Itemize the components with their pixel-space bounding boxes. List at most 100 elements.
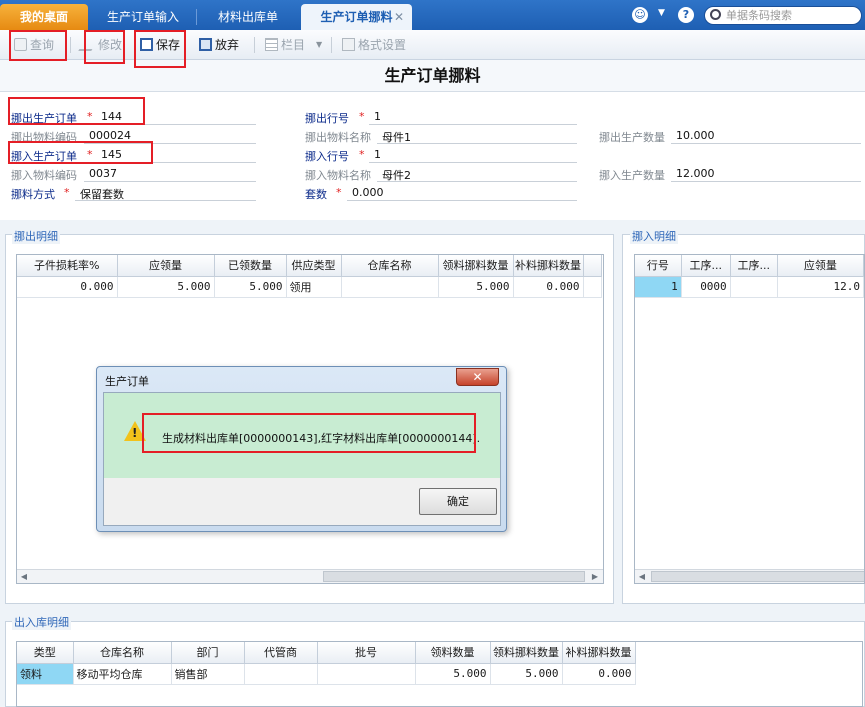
scroll-right-icon[interactable]: ▶ (589, 570, 601, 583)
dialog-close-button[interactable]: ✕ (456, 368, 499, 386)
ok-button[interactable]: 确定 (419, 488, 497, 515)
table-cell[interactable]: 5.000 (490, 663, 563, 685)
in-line-label: 挪入行号 (305, 150, 349, 163)
tab-close-icon[interactable]: ✕ (394, 4, 404, 30)
column-header[interactable]: 应领量 (777, 255, 864, 277)
column-header[interactable]: 工序... (681, 255, 731, 277)
toolbar-divider (254, 37, 255, 53)
column-header[interactable]: 领料数量 (415, 642, 491, 664)
column-header[interactable]: 部门 (171, 642, 245, 664)
out-line-field[interactable]: 1 (374, 110, 381, 123)
column-header[interactable]: 补料挪料数量 (513, 255, 584, 277)
horizontal-scrollbar[interactable]: ◀ (635, 569, 864, 583)
format-settings-button[interactable]: 格式设置 (342, 36, 406, 54)
table-cell[interactable]: 5.000 (438, 276, 514, 298)
table-cell[interactable]: 5.000 (214, 276, 287, 298)
table-cell[interactable]: 领用 (286, 276, 342, 298)
sets-field[interactable]: 0.000 (352, 186, 384, 199)
in-detail-grid: 行号 工序... 工序... 应领量 1 0000 12.0 ◀ (634, 254, 865, 584)
column-header[interactable]: 仓库名称 (73, 642, 172, 664)
table-cell[interactable]: 移动平均仓库 (73, 663, 172, 685)
field-underline (369, 124, 577, 125)
column-header[interactable]: 类型 (17, 642, 74, 664)
tab-material-issue[interactable]: 材料出库单 (200, 4, 296, 30)
table-row[interactable]: 领料 移动平均仓库 销售部 5.000 5.000 0.000 (17, 663, 636, 685)
field-underline (369, 162, 577, 163)
discard-label: 放弃 (215, 38, 240, 52)
column-header[interactable]: 补料挪料数量 (562, 642, 636, 664)
column-header[interactable]: 已领数量 (214, 255, 287, 277)
table-cell-filler (583, 276, 602, 298)
highlight-box-save (134, 30, 186, 68)
search-input[interactable] (726, 8, 858, 23)
columns-button[interactable]: 栏目 (265, 36, 305, 54)
table-row[interactable]: 1 0000 12.0 (635, 276, 864, 298)
scrollbar-thumb[interactable] (651, 571, 864, 582)
tab-divider (196, 9, 197, 25)
table-cell[interactable] (317, 663, 416, 685)
table-cell[interactable]: 0.000 (17, 276, 118, 298)
in-material-code-label: 挪入物料编码 (11, 169, 77, 182)
column-header[interactable]: 领料挪料数量 (490, 642, 563, 664)
column-header[interactable]: 领料挪料数量 (438, 255, 514, 277)
table-cell[interactable]: 领料 (17, 663, 74, 685)
column-header[interactable]: 代管商 (244, 642, 318, 664)
page-title: 生产订单挪料 (0, 60, 865, 92)
column-header[interactable]: 行号 (635, 255, 682, 277)
columns-dropdown-icon[interactable]: ▼ (316, 40, 322, 49)
in-detail-table: 行号 工序... 工序... 应领量 1 0000 12.0 (635, 255, 864, 298)
tab-bar: 我的桌面 生产订单输入 材料出库单 生产订单挪料 ✕ ☺ ▼ ? (0, 0, 865, 30)
table-cell[interactable]: 5.000 (117, 276, 215, 298)
table-cell[interactable]: 销售部 (171, 663, 245, 685)
column-header[interactable]: 子件损耗率% (17, 255, 118, 277)
chevron-down-icon[interactable]: ▼ (658, 8, 665, 18)
tab-production-order-transfer[interactable]: 生产订单挪料 ✕ (301, 4, 412, 30)
highlight-box-message (142, 413, 476, 453)
table-cell[interactable]: 0.000 (562, 663, 636, 685)
horizontal-scrollbar[interactable]: ◀ ▶ (17, 569, 603, 583)
in-line-field[interactable]: 1 (374, 148, 381, 161)
barcode-search (704, 6, 862, 25)
columns-label: 栏目 (281, 38, 306, 52)
tab-home[interactable]: 我的桌面 (0, 4, 88, 30)
help-icon[interactable]: ? (678, 7, 694, 23)
required-mark: * (359, 148, 365, 161)
column-header[interactable]: 供应类型 (286, 255, 342, 277)
search-icon (710, 9, 721, 20)
column-header[interactable]: 应领量 (117, 255, 215, 277)
scroll-left-icon[interactable]: ◀ (18, 570, 30, 583)
in-material-code-value: 0037 (89, 167, 117, 180)
highlight-box-in-order (8, 141, 153, 164)
table-row[interactable]: 0.000 5.000 5.000 领用 5.000 0.000 (17, 276, 602, 298)
warning-icon-mark: ! (132, 426, 138, 440)
out-line-label: 挪出行号 (305, 112, 349, 125)
in-material-name-label: 挪入物料名称 (305, 169, 371, 182)
column-header[interactable]: 仓库名称 (341, 255, 439, 277)
highlight-box-query (9, 30, 67, 61)
toolbar-divider (70, 37, 71, 53)
table-cell[interactable]: 12.0 (777, 276, 864, 298)
out-production-qty-label: 挪出生产数量 (599, 131, 665, 144)
table-cell[interactable]: 0000 (681, 276, 731, 298)
discard-button[interactable]: 放弃 (199, 36, 239, 54)
field-underline (347, 200, 577, 201)
table-cell[interactable]: 1 (635, 276, 682, 298)
io-detail-title: 出入库明细 (12, 614, 71, 630)
column-header[interactable]: 工序... (730, 255, 778, 277)
field-underline (84, 181, 256, 182)
out-detail-table: 子件损耗率% 应领量 已领数量 供应类型 仓库名称 领料挪料数量 补料挪料数量 … (17, 255, 602, 298)
table-cell[interactable]: 5.000 (415, 663, 491, 685)
column-header-filler (583, 255, 602, 277)
scrollbar-thumb[interactable] (323, 571, 585, 582)
field-underline (75, 200, 256, 201)
table-cell[interactable] (341, 276, 439, 298)
smiley-icon[interactable]: ☺ (632, 7, 648, 23)
field-underline (671, 181, 861, 182)
table-cell[interactable] (730, 276, 778, 298)
tab-production-order-input[interactable]: 生产订单输入 (94, 4, 192, 30)
io-detail-grid: 类型 仓库名称 部门 代管商 批号 领料数量 领料挪料数量 补料挪料数量 领料 … (16, 641, 863, 707)
scroll-left-icon[interactable]: ◀ (636, 570, 648, 583)
table-cell[interactable]: 0.000 (513, 276, 584, 298)
column-header[interactable]: 批号 (317, 642, 416, 664)
table-cell[interactable] (244, 663, 318, 685)
